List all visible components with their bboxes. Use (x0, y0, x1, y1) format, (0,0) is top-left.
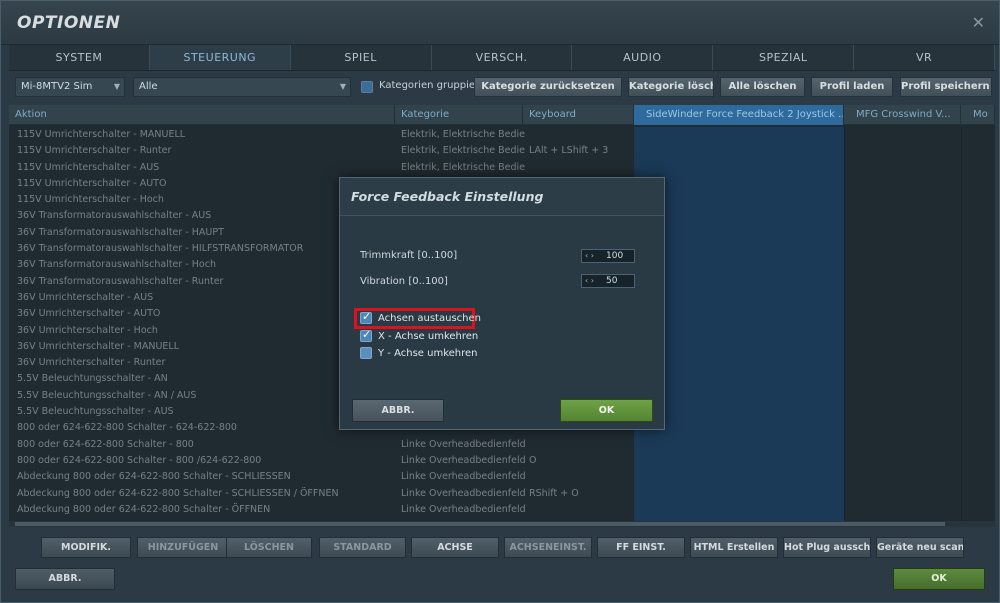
swap-axes-label: Achsen austauschen (378, 313, 481, 324)
load-profile-button[interactable]: Profil laden (811, 77, 893, 97)
close-icon[interactable]: ✕ (972, 13, 985, 32)
rescan-devices-button[interactable]: Geräte neu scannen (876, 537, 964, 558)
tab-spiel[interactable]: SPIEL (291, 45, 432, 70)
category-select-value: Alle (139, 81, 158, 92)
tab-spezial[interactable]: SPEZIAL (713, 45, 855, 70)
header-more[interactable]: Mo (961, 105, 995, 125)
tab-versch[interactable]: VERSCH. (432, 45, 573, 70)
add-button[interactable]: HINZUFÜGEN (137, 537, 229, 558)
header-aktion[interactable]: Aktion (9, 105, 395, 125)
hot-plug-button[interactable]: Hot Plug ausschalten (783, 537, 871, 558)
invert-y-checkbox[interactable] (360, 347, 372, 359)
toolbar: Mi-8MTV2 Sim ▼ Alle ▼ Kategorien gruppie… (15, 77, 995, 97)
save-profile-as-button[interactable]: Profil speichern als (900, 77, 992, 97)
invert-x-checkbox[interactable]: ✓ (360, 328, 372, 342)
ok-button[interactable]: OK (893, 568, 985, 590)
delete-all-button[interactable]: Alle löschen (720, 77, 805, 97)
group-categories-label: Kategorien gruppier (379, 80, 480, 91)
modify-button[interactable]: MODIFIK. (41, 537, 131, 558)
vibration-value: 50 (606, 276, 618, 286)
header-crosswind[interactable]: MFG Crosswind V... (844, 105, 961, 125)
tab-steuerung[interactable]: STEUERUNG (149, 45, 291, 70)
trim-force-spinbox[interactable]: ‹ › 100 (581, 249, 635, 263)
delete-button[interactable]: LÖSCHEN (226, 537, 312, 558)
window-title: OPTIONEN (17, 13, 121, 33)
dialog-title: Force Feedback Einstellung (351, 189, 544, 204)
table-header: Aktion Kategorie Keyboard SideWinder For… (9, 105, 995, 125)
group-categories-checkbox[interactable] (361, 81, 373, 93)
tab-audio[interactable]: AUDIO (572, 45, 714, 70)
aircraft-select[interactable]: Mi-8MTV2 Sim ▼ (15, 77, 125, 97)
invert-y-label: Y - Achse umkehren (378, 348, 478, 359)
force-feedback-dialog: Force Feedback Einstellung Trimmkraft [0… (339, 177, 665, 430)
checkmark-icon: ✓ (362, 310, 372, 323)
spin-arrows-icon[interactable]: ‹ › (585, 275, 594, 287)
vibration-label: Vibration [0..100] (360, 276, 448, 287)
trim-force-label: Trimmkraft [0..100] (360, 250, 458, 261)
header-keyboard[interactable]: Keyboard (523, 105, 634, 125)
delete-category-button[interactable]: Kategorie löschen (628, 77, 714, 97)
axis-button[interactable]: ACHSE (411, 537, 499, 558)
scrollbar-thumb[interactable] (15, 522, 945, 526)
vibration-spinbox[interactable]: ‹ › 50 (581, 274, 635, 288)
options-window: OPTIONEN ✕ SYSTEM STEUERUNG SPIEL VERSCH… (0, 0, 1000, 603)
html-export-button[interactable]: HTML Erstellen (690, 537, 778, 558)
title-bar: OPTIONEN ✕ (1, 1, 999, 45)
horizontal-scrollbar[interactable] (9, 521, 995, 527)
tab-bar: SYSTEM STEUERUNG SPIEL VERSCH. AUDIO SPE… (9, 45, 996, 71)
swap-axes-checkbox[interactable]: ✓ (360, 310, 372, 324)
aircraft-select-value: Mi-8MTV2 Sim (21, 81, 93, 92)
category-select[interactable]: Alle ▼ (133, 77, 351, 97)
header-kategorie[interactable]: Kategorie (395, 105, 523, 125)
tab-vr[interactable]: VR (854, 45, 996, 70)
tab-system[interactable]: SYSTEM (9, 45, 150, 70)
default-button[interactable]: STANDARD (319, 537, 406, 558)
spin-arrows-icon[interactable]: ‹ › (585, 250, 594, 262)
checkmark-icon: ✓ (362, 328, 372, 341)
axis-settings-button[interactable]: ACHSENEINST. (504, 537, 592, 558)
ff-settings-button[interactable]: FF EINST. (597, 537, 685, 558)
cancel-button[interactable]: ABBR. (15, 568, 115, 590)
chevron-down-icon: ▼ (339, 82, 346, 91)
reset-category-button[interactable]: Kategorie zurücksetzen (474, 77, 622, 97)
dialog-title-bar: Force Feedback Einstellung (340, 178, 664, 216)
dialog-cancel-button[interactable]: ABBR. (352, 399, 444, 422)
trim-force-value: 100 (606, 251, 624, 261)
dialog-ok-button[interactable]: OK (560, 399, 653, 422)
chevron-down-icon: ▼ (113, 82, 120, 91)
invert-x-label: X - Achse umkehren (378, 331, 479, 342)
header-sidewinder[interactable]: SideWinder Force Feedback 2 Joystick ... (634, 105, 844, 125)
